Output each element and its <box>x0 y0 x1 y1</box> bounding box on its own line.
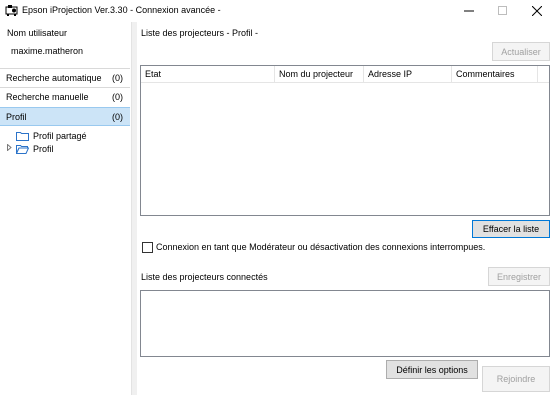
clear-list-button[interactable]: Effacer la liste <box>472 220 550 238</box>
nav-item-count: (0) <box>112 112 123 122</box>
folder-icon <box>16 131 29 141</box>
projector-list-header: Etat Nom du projecteur Adresse IP Commen… <box>141 66 549 83</box>
connected-projectors-title: Liste des projecteurs connectés <box>141 272 268 282</box>
column-header-projector-name[interactable]: Nom du projecteur <box>275 66 364 83</box>
nav-item-manual-search[interactable]: Recherche manuelle (0) <box>0 87 130 106</box>
connected-projectors-list[interactable] <box>140 290 550 357</box>
set-options-button[interactable]: Définir les options <box>386 360 478 379</box>
moderator-checkbox-label[interactable]: Connexion en tant que Modérateur ou désa… <box>156 242 485 252</box>
nav-item-auto-search[interactable]: Recherche automatique (0) <box>0 68 130 87</box>
column-header-ip-address[interactable]: Adresse IP <box>364 66 452 83</box>
register-button[interactable]: Enregistrer <box>488 267 550 286</box>
maximize-button <box>486 0 520 22</box>
refresh-button[interactable]: Actualiser <box>492 42 550 61</box>
minimize-button[interactable] <box>452 0 486 22</box>
nav-item-label: Profil <box>6 112 27 122</box>
close-button[interactable] <box>520 0 554 22</box>
tree-item-label: Profil <box>33 143 54 154</box>
close-icon <box>532 6 542 16</box>
projector-list[interactable]: Etat Nom du projecteur Adresse IP Commen… <box>140 65 550 216</box>
title-bar: Epson iProjection Ver.3.30 - Connexion a… <box>0 0 554 22</box>
moderator-checkbox[interactable] <box>142 242 153 253</box>
minimize-icon <box>464 6 474 16</box>
expand-arrow-icon[interactable] <box>7 143 12 152</box>
open-folder-icon <box>15 144 30 154</box>
tree-item-label: Profil partagé <box>33 130 87 141</box>
nav-item-profile[interactable]: Profil (0) <box>0 107 130 126</box>
projector-app-icon <box>5 4 19 17</box>
tree-item-shared-profile[interactable]: Profil partagé <box>16 129 87 142</box>
maximize-icon <box>498 6 508 16</box>
window-title: Epson iProjection Ver.3.30 - Connexion a… <box>22 5 221 15</box>
projector-list-title: Liste des projecteurs - Profil - <box>141 28 259 38</box>
nav-item-count: (0) <box>112 73 123 83</box>
left-panel: Nom utilisateur maxime.matheron Recherch… <box>0 22 131 395</box>
nav-item-count: (0) <box>112 92 123 102</box>
panel-splitter[interactable] <box>131 22 137 395</box>
tree-item-profile[interactable]: Profil <box>15 142 54 155</box>
nav-item-label: Recherche automatique <box>6 73 102 83</box>
user-name-label: Nom utilisateur <box>7 28 68 38</box>
column-header-status[interactable]: Etat <box>141 66 275 83</box>
join-button[interactable]: Rejoindre <box>482 366 550 392</box>
column-header-comments[interactable]: Commentaires <box>452 66 538 83</box>
user-name-value: maxime.matheron <box>11 46 84 56</box>
nav-item-label: Recherche manuelle <box>6 92 89 102</box>
